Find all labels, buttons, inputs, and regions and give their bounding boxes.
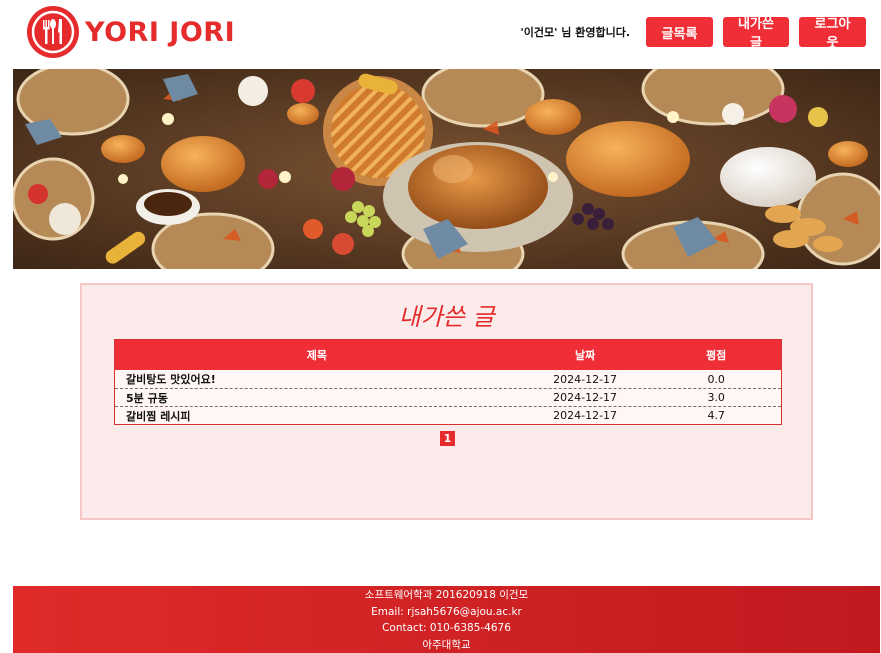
post-date: 2024-12-17: [553, 409, 618, 422]
header-nav: '이건모' 님 환영합니다. 글목록 내가쓴 글 로그아웃: [520, 17, 866, 51]
footer-contact: Contact: 010-6385-4676: [382, 622, 511, 634]
banner-image: [13, 69, 880, 269]
my-posts-panel: 내가쓴 글 제목 날짜 평점 갈비탕도 맛있어요! 2024-12-17 0.0…: [80, 283, 813, 520]
header-date: 날짜: [574, 349, 596, 362]
utensils-icon: [27, 6, 79, 58]
post-title-link[interactable]: 5분 규동: [115, 390, 519, 406]
post-date: 2024-12-17: [553, 372, 618, 386]
post-rating: 0.0: [707, 372, 725, 386]
header-rating: 평점: [706, 349, 727, 362]
post-date: 2024-12-17: [553, 391, 618, 404]
welcome-text: '이건모' 님 환영합니다.: [520, 26, 630, 39]
page-title: 내가쓴 글: [398, 303, 495, 331]
table-row[interactable]: 갈비탕도 맛있어요! 2024-12-17 0.0: [115, 370, 781, 388]
footer-author: 소프트웨어학과 201620918 이건모: [364, 589, 529, 601]
post-rating: 3.0: [707, 391, 725, 404]
table-row[interactable]: 갈비찜 레시피 2024-12-17 4.7: [115, 406, 781, 424]
brand-name: YORI JORI: [85, 16, 236, 48]
post-rating: 4.7: [707, 409, 725, 422]
footer-school: 아주대학교: [422, 638, 471, 651]
post-title-link[interactable]: 갈비탕도 맛있어요!: [115, 371, 519, 387]
table-header: 제목 날짜 평점: [115, 340, 781, 370]
footer-email: Email: rjsah5676@ajou.ac.kr: [371, 605, 522, 618]
logout-button[interactable]: 로그아웃: [799, 17, 866, 51]
post-title-link[interactable]: 갈비찜 레시피: [115, 408, 519, 424]
table-row[interactable]: 5분 규동 2024-12-17 3.0: [115, 388, 781, 406]
header-title: 제목: [306, 349, 328, 362]
my-posts-button[interactable]: 내가쓴 글: [723, 17, 789, 51]
posts-table: 제목 날짜 평점 갈비탕도 맛있어요! 2024-12-17 0.0 5분 규동…: [114, 339, 782, 425]
page-number-button[interactable]: 1: [440, 431, 455, 446]
table-body: 갈비탕도 맛있어요! 2024-12-17 0.0 5분 규동 2024-12-…: [115, 370, 781, 424]
site-logo[interactable]: YORI JORI: [27, 6, 235, 58]
site-footer: 소프트웨어학과 201620918 이건모 Email: rjsah5676@a…: [13, 586, 880, 653]
post-list-button[interactable]: 글목록: [646, 17, 713, 47]
